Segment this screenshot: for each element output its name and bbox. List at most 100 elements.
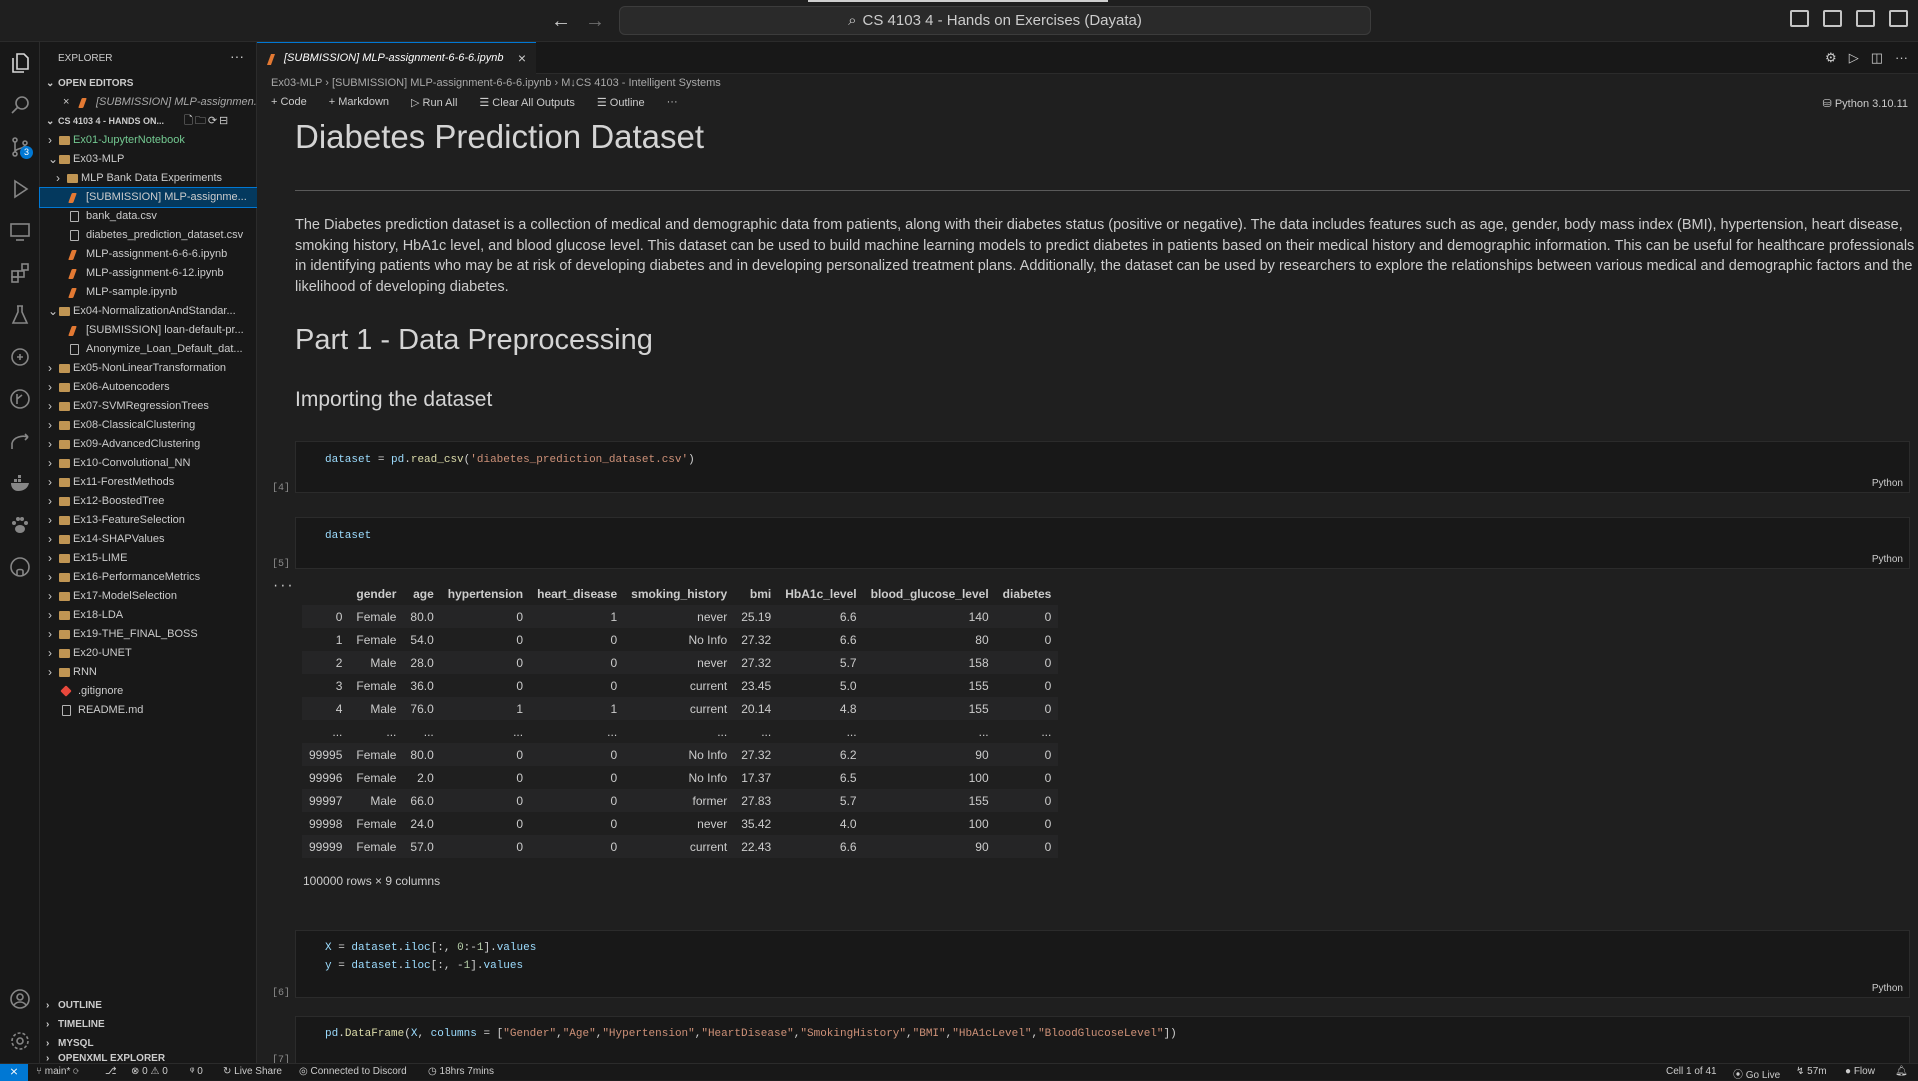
cell-code[interactable]: dataset: [325, 527, 371, 545]
flow-status[interactable]: ● Flow: [1845, 1066, 1875, 1077]
tree-item[interactable]: › Ex20-UNET: [40, 644, 257, 663]
tree-item[interactable]: › Ex12-BoostedTree: [40, 492, 257, 511]
outline-section[interactable]: › OUTLINE: [40, 996, 257, 1015]
tree-item[interactable]: MLP-assignment-6-12.ipynb: [40, 264, 257, 283]
toggle-secondary-sidebar-icon[interactable]: [1856, 10, 1875, 27]
tree-item[interactable]: › Ex16-PerformanceMetrics: [40, 568, 257, 587]
live-share-icon[interactable]: [7, 428, 33, 454]
breadcrumb-section[interactable]: M↓CS 4103 - Intelligent Systems: [561, 77, 721, 89]
toggle-primary-sidebar-icon[interactable]: [1790, 10, 1809, 27]
tree-item[interactable]: › RNN: [40, 663, 257, 682]
tree-item[interactable]: ⌄ Ex03-MLP: [40, 150, 257, 169]
outline-button[interactable]: ☰ Outline: [597, 96, 645, 116]
explorer-more-icon[interactable]: ···: [230, 48, 244, 64]
discord-status[interactable]: ◎ Connected to Discord: [299, 1066, 407, 1077]
tab-notebook[interactable]: [SUBMISSION] MLP-assignment-6-6-6.ipynb …: [257, 42, 536, 74]
tree-item[interactable]: ⌄ Ex04-NormalizationAndStandar...: [40, 302, 257, 321]
tree-item[interactable]: › Ex09-AdvancedClustering: [40, 435, 257, 454]
cell-position-status[interactable]: Cell 1 of 41: [1666, 1066, 1717, 1077]
tree-item[interactable]: [SUBMISSION] MLP-assignme...: [39, 187, 258, 208]
mysql-section[interactable]: › MYSQL: [40, 1034, 257, 1053]
tree-item[interactable]: diabetes_prediction_dataset.csv: [40, 226, 257, 245]
back-arrow-icon[interactable]: ←: [551, 10, 571, 33]
docker-search-icon[interactable]: [7, 344, 33, 370]
timer-status[interactable]: ↯ 57m: [1796, 1066, 1827, 1077]
tree-item[interactable]: › Ex07-SVMRegressionTrees: [40, 397, 257, 416]
github-icon[interactable]: [7, 554, 33, 580]
account-icon[interactable]: [7, 986, 33, 1012]
search-icon[interactable]: [7, 92, 33, 118]
tree-item[interactable]: › Ex19-THE_FINAL_BOSS: [40, 625, 257, 644]
source-control-icon[interactable]: 3: [7, 134, 33, 160]
timeline-section[interactable]: › TIMELINE: [40, 1015, 257, 1034]
tree-item[interactable]: MLP-assignment-6-6-6.ipynb: [40, 245, 257, 264]
tree-item[interactable]: › Ex18-LDA: [40, 606, 257, 625]
tree-item[interactable]: › Ex01-JupyterNotebook: [40, 131, 257, 150]
cell-language[interactable]: Python: [1872, 554, 1903, 565]
cell-language[interactable]: Python: [1872, 478, 1903, 489]
tree-item[interactable]: › Ex14-SHAPValues: [40, 530, 257, 549]
open-editors-section[interactable]: ⌄ OPEN EDITORS: [40, 74, 257, 93]
tree-item[interactable]: › MLP Bank Data Experiments: [40, 169, 257, 188]
time-tracker-status[interactable]: ◷ 18hrs 7mins: [428, 1066, 494, 1077]
tree-item[interactable]: MLP-sample.ipynb: [40, 283, 257, 302]
add-markdown-button[interactable]: + Markdown: [329, 96, 389, 116]
workspace-actions-icons[interactable]: 🗋🗀⟳⊟: [184, 112, 230, 131]
tree-item[interactable]: [SUBMISSION] loan-default-pr...: [40, 321, 257, 340]
remote-indicator-icon[interactable]: ⨯: [0, 1064, 28, 1081]
gear-icon[interactable]: ⚙: [1825, 50, 1837, 66]
more-actions-icon[interactable]: ···: [1895, 50, 1908, 66]
settings-gear-icon[interactable]: [7, 1028, 33, 1054]
notifications-bell-icon[interactable]: 🔔︎: [1895, 1066, 1908, 1077]
tree-item[interactable]: › Ex10-Convolutional_NN: [40, 454, 257, 473]
tree-item[interactable]: Anonymize_Loan_Default_dat...: [40, 340, 257, 359]
workspace-section[interactable]: ⌄ CS 4103 4 - HANDS ON... 🗋🗀⟳⊟: [40, 112, 257, 131]
tree-item[interactable]: README.md: [40, 701, 257, 720]
code-cell[interactable]: pd.DataFrame(X, columns = ["Gender","Age…: [295, 1016, 1910, 1063]
tree-item[interactable]: › Ex08-ClassicalClustering: [40, 416, 257, 435]
toggle-panel-icon[interactable]: [1823, 10, 1842, 27]
paw-icon[interactable]: [7, 512, 33, 538]
output-more-icon[interactable]: ···: [272, 579, 294, 593]
close-icon[interactable]: ×: [63, 93, 69, 112]
tree-item[interactable]: › Ex17-ModelSelection: [40, 587, 257, 606]
extensions-icon[interactable]: [7, 260, 33, 286]
publish-icon[interactable]: ⎇: [105, 1066, 117, 1077]
tree-item[interactable]: › Ex15-LIME: [40, 549, 257, 568]
openxml-section[interactable]: › OPENXML EXPLORER: [40, 1053, 257, 1063]
tree-item[interactable]: › Ex06-Autoencoders: [40, 378, 257, 397]
git-graph-icon[interactable]: [7, 386, 33, 412]
remote-explorer-icon[interactable]: [7, 218, 33, 244]
forward-arrow-icon[interactable]: →: [585, 10, 605, 33]
cell-code[interactable]: dataset = pd.read_csv('diabetes_predicti…: [325, 451, 695, 469]
cell-code[interactable]: X = dataset.iloc[:, 0:-1].values y = dat…: [325, 939, 536, 975]
cell-language[interactable]: Python: [1872, 983, 1903, 994]
live-share-status[interactable]: ↻ Live Share: [223, 1066, 282, 1077]
kernel-picker[interactable]: ⛁ Python 3.10.11: [1823, 97, 1908, 110]
close-icon[interactable]: ×: [518, 43, 526, 74]
run-all-button[interactable]: ▷ Run All: [411, 96, 457, 116]
split-editor-icon[interactable]: ◫: [1871, 50, 1883, 66]
problems-status[interactable]: ⊗ 0 ⚠ 0: [131, 1066, 168, 1077]
clear-all-outputs-button[interactable]: ☰ Clear All Outputs: [479, 96, 574, 116]
tree-item[interactable]: › Ex13-FeatureSelection: [40, 511, 257, 530]
tree-item[interactable]: › Ex05-NonLinearTransformation: [40, 359, 257, 378]
code-cell[interactable]: X = dataset.iloc[:, 0:-1].values y = dat…: [295, 930, 1910, 998]
command-center[interactable]: ⌕ CS 4103 4 - Hands on Exercises (Dayata): [619, 6, 1371, 35]
branch-status[interactable]: ⑂ main* ⟳: [36, 1066, 79, 1077]
open-editor-item[interactable]: × [SUBMISSION] MLP-assignmen...: [40, 93, 257, 112]
tree-item[interactable]: › Ex11-ForestMethods: [40, 473, 257, 492]
tree-item[interactable]: .gitignore: [40, 682, 257, 701]
run-icon[interactable]: ▷: [1849, 50, 1859, 66]
docker-icon[interactable]: [7, 470, 33, 496]
run-debug-icon[interactable]: [7, 176, 33, 202]
breadcrumb-file[interactable]: [SUBMISSION] MLP-assignment-6-6-6.ipynb: [332, 77, 551, 89]
code-cell[interactable]: dataset Python: [295, 517, 1910, 569]
code-cell[interactable]: dataset = pd.read_csv('diabetes_predicti…: [295, 441, 1910, 493]
customize-layout-icon[interactable]: [1889, 10, 1908, 27]
add-code-button[interactable]: + Code: [271, 96, 307, 116]
more-toolbar-button[interactable]: ···: [667, 96, 678, 116]
ports-status[interactable]: ᵠ 0: [190, 1066, 203, 1077]
tree-item[interactable]: bank_data.csv: [40, 207, 257, 226]
explorer-icon[interactable]: [7, 50, 33, 76]
